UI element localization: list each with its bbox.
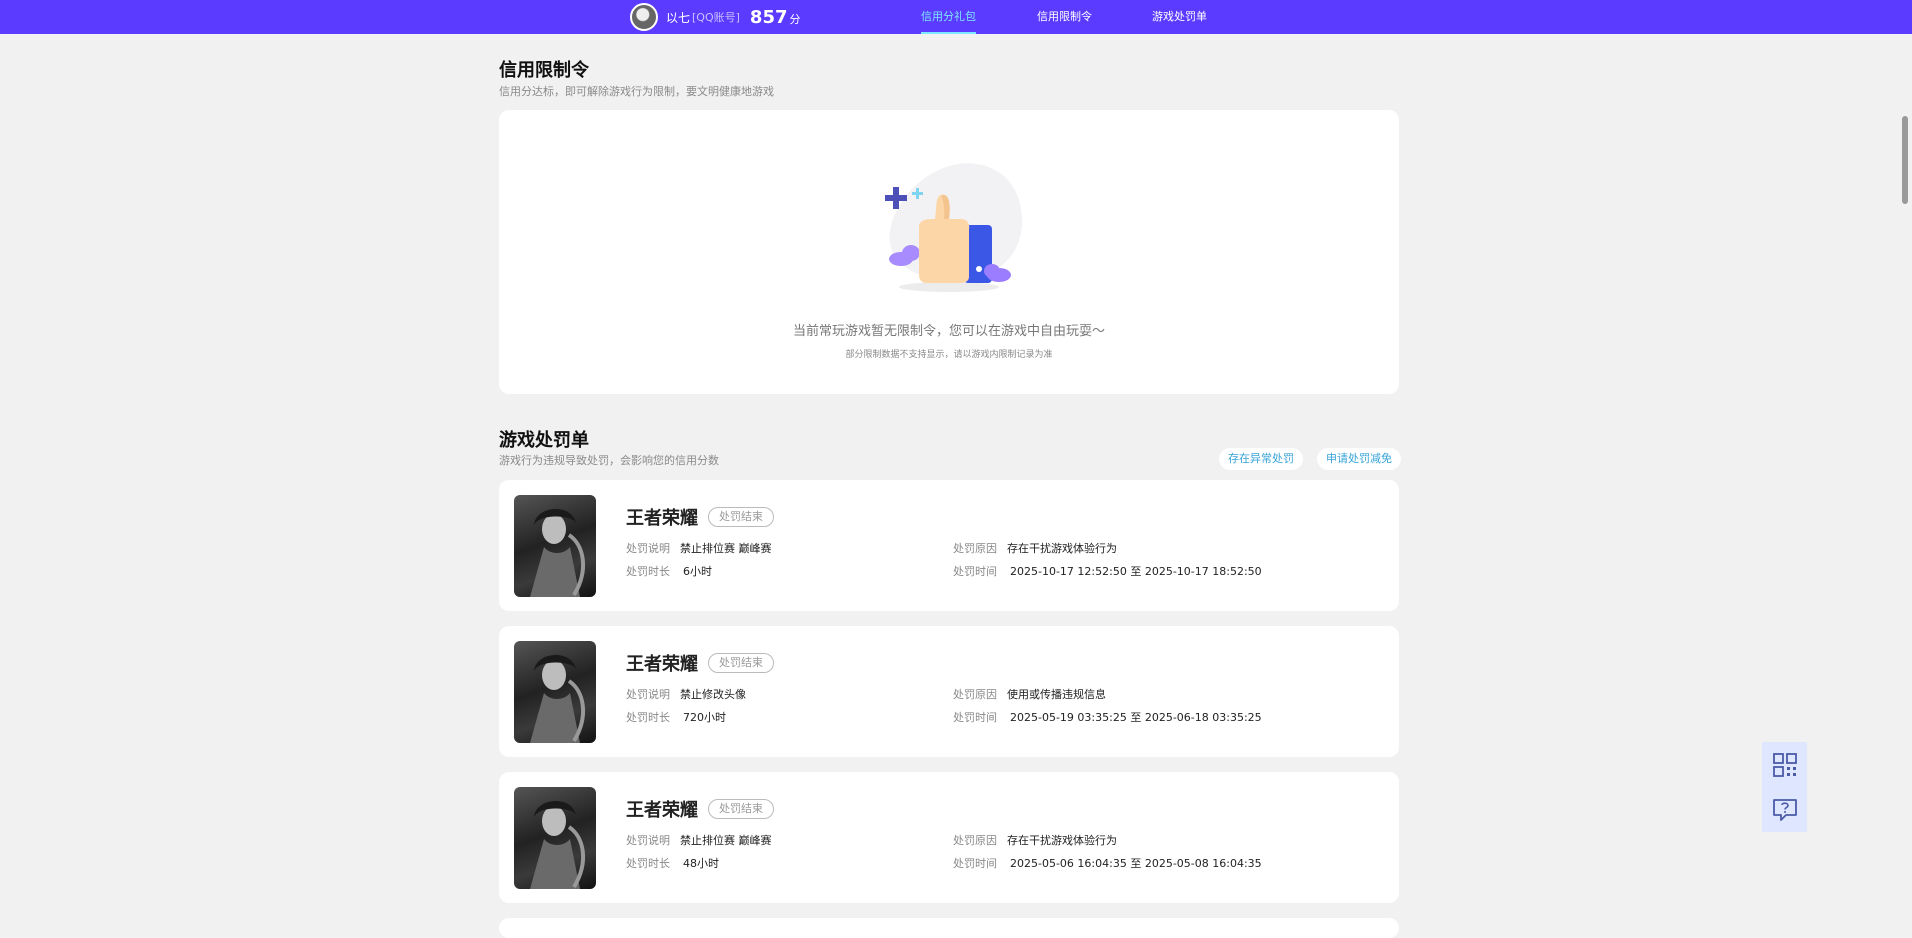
help-chat-icon <box>1772 798 1797 821</box>
hero-portrait-icon <box>530 654 586 743</box>
credit-score: 857 <box>749 6 788 28</box>
floating-toolbar <box>1762 742 1807 832</box>
reason-value: 存在干扰游戏体验行为 <box>1007 834 1117 847</box>
reason-label: 处罚原因 <box>953 834 997 847</box>
nav-tab-penalty[interactable]: 游戏处罚单 <box>1152 0 1207 34</box>
penalty-card[interactable]: 王者荣耀 处罚结束 处罚说明 禁止排位赛 巅峰赛 处罚时长 6小时 处罚原因 存… <box>499 480 1399 611</box>
reason-value: 使用或传播违规信息 <box>1007 688 1106 701</box>
restriction-empty-card: 当前常玩游戏暂无限制令，您可以在游戏中自由玩耍～ 部分限制数据不支持显示，请以游… <box>499 110 1399 394</box>
desc-value: 禁止排位赛 巅峰赛 <box>680 834 772 847</box>
restriction-subtitle: 信用分达标，即可解除游戏行为限制，要文明健康地游戏 <box>499 85 774 98</box>
reason-label: 处罚原因 <box>953 688 997 701</box>
reason-label: 处罚原因 <box>953 542 997 555</box>
status-badge: 处罚结束 <box>708 653 774 673</box>
penalty-subtitle: 游戏行为违规导致处罚，会影响您的信用分数 <box>499 454 719 467</box>
reason-value: 存在干扰游戏体验行为 <box>1007 542 1117 555</box>
empty-state-hint: 部分限制数据不支持显示，请以游戏内限制记录为准 <box>845 350 1053 360</box>
game-name: 王者荣耀 <box>626 800 698 821</box>
scrollbar-thumb[interactable] <box>1902 116 1908 204</box>
nav-tab-label: 游戏处罚单 <box>1152 10 1207 23</box>
game-hero-image <box>514 641 596 743</box>
nav-tab-label: 信用限制令 <box>1037 10 1092 23</box>
account-type: [QQ账号] <box>692 11 740 24</box>
desc-label: 处罚说明 <box>626 542 670 555</box>
game-name: 王者荣耀 <box>626 508 698 529</box>
nav-tab-credit-gift[interactable]: 信用分礼包 <box>921 0 976 34</box>
time-label: 处罚时间 <box>953 711 997 724</box>
nav-tab-label: 信用分礼包 <box>921 10 976 23</box>
abnormal-penalty-button[interactable]: 存在异常处罚 <box>1219 448 1303 470</box>
hero-portrait-icon <box>530 508 586 597</box>
status-badge: 处罚结束 <box>708 799 774 819</box>
time-label: 处罚时间 <box>953 565 997 578</box>
nav-tab-restriction[interactable]: 信用限制令 <box>1037 0 1092 34</box>
game-hero-image <box>514 495 596 597</box>
game-hero-image <box>514 787 596 889</box>
desc-label: 处罚说明 <box>626 834 670 847</box>
duration-label: 处罚时长 <box>626 565 670 578</box>
username: 以七 <box>666 10 691 25</box>
nav-active-underline <box>921 32 976 34</box>
duration-value: 48小时 <box>683 857 719 870</box>
empty-state-text: 当前常玩游戏暂无限制令，您可以在游戏中自由玩耍～ <box>792 324 1105 339</box>
desc-value: 禁止排位赛 巅峰赛 <box>680 542 772 555</box>
apply-reduction-button[interactable]: 申请处罚减免 <box>1317 448 1401 470</box>
penalty-card-partial[interactable] <box>499 918 1399 938</box>
help-feedback-button[interactable] <box>1762 787 1807 832</box>
duration-value: 6小时 <box>683 565 712 578</box>
penalty-card[interactable]: 王者荣耀 处罚结束 处罚说明 禁止修改头像 处罚时长 720小时 处罚原因 使用… <box>499 626 1399 757</box>
avatar[interactable] <box>630 3 658 31</box>
credit-score-unit: 分 <box>789 13 801 26</box>
time-value: 2025-05-06 16:04:35 至 2025-05-08 16:04:3… <box>1010 857 1262 870</box>
page-scrollbar[interactable] <box>1898 34 1912 922</box>
thumbs-up-illustration-icon <box>885 163 1023 292</box>
duration-label: 处罚时长 <box>626 711 670 724</box>
duration-label: 处罚时长 <box>626 857 670 870</box>
penalty-card[interactable]: 王者荣耀 处罚结束 处罚说明 禁止排位赛 巅峰赛 处罚时长 48小时 处罚原因 … <box>499 772 1399 903</box>
status-badge: 处罚结束 <box>708 507 774 527</box>
hero-portrait-icon <box>530 800 586 889</box>
time-label: 处罚时间 <box>953 857 997 870</box>
qr-code-button[interactable] <box>1762 742 1807 787</box>
duration-value: 720小时 <box>683 711 726 724</box>
top-bar: 以七 [QQ账号] 857 分 信用分礼包 信用限制令 游戏处罚单 <box>0 0 1912 34</box>
game-name: 王者荣耀 <box>626 654 698 675</box>
qr-code-icon <box>1772 752 1797 777</box>
restriction-title: 信用限制令 <box>499 60 589 81</box>
user-info[interactable]: 以七 [QQ账号] 857 分 <box>630 3 801 31</box>
penalty-title: 游戏处罚单 <box>499 430 589 451</box>
time-value: 2025-05-19 03:35:25 至 2025-06-18 03:35:2… <box>1010 711 1262 724</box>
desc-label: 处罚说明 <box>626 688 670 701</box>
time-value: 2025-10-17 12:52:50 至 2025-10-17 18:52:5… <box>1010 565 1262 578</box>
desc-value: 禁止修改头像 <box>680 688 746 701</box>
